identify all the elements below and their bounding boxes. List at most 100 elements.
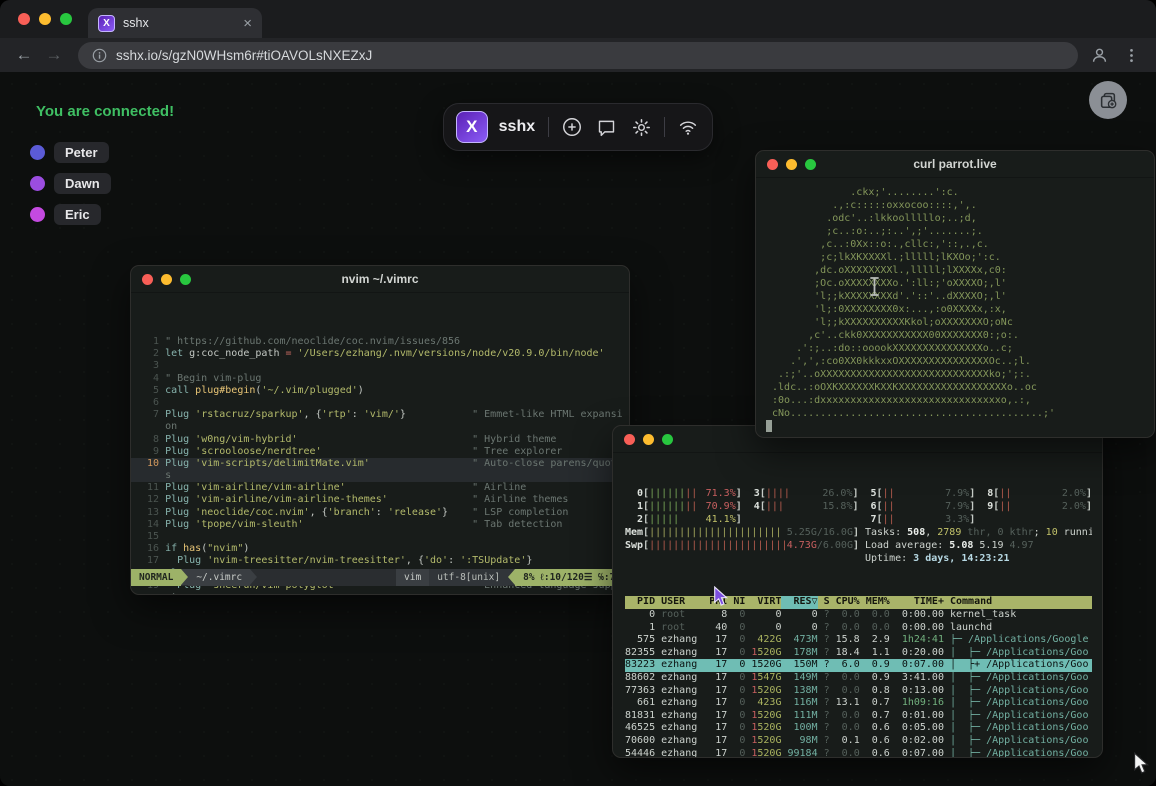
terminal-title: nvim ~/.vimrc (131, 272, 629, 286)
htop-process-row[interactable]: 1root40000?0.00.00:00.00launchd (625, 622, 1092, 635)
cpu-meter: 9[||2.0%] (975, 500, 1092, 513)
nvim-line: 4" Begin vim-plug (131, 373, 629, 385)
nvim-line: 11Plug 'vim-airline/vim-airline'" Airlin… (131, 482, 629, 494)
htop-process-row[interactable]: 81831ezhang1701520G111M?0.00.70:01.00│ ├… (625, 710, 1092, 723)
cpu-meter: 1[||||||||70.9%] (625, 500, 742, 513)
terminal-window-htop[interactable]: 0[||||||||71.3%]3[||||26.0%]5[||7.9%]8[|… (612, 425, 1103, 758)
terminal-zoom-button[interactable] (805, 159, 816, 170)
tab-strip: X sshx × (0, 0, 1156, 38)
nvim-line: 5call plug#begin('~/.vim/plugged') (131, 385, 629, 397)
user-name-pill: Dawn (54, 173, 111, 194)
vim-filename: ~/.vimrc (188, 569, 250, 586)
site-info-icon[interactable] (92, 48, 107, 63)
terminal-minimize-button[interactable] (786, 159, 797, 170)
nvim-line: on (131, 421, 629, 433)
htop-process-row[interactable]: 82355ezhang1701520G178M?18.41.10:20.00│ … (625, 647, 1092, 660)
nvim-line: 13Plug 'neoclide/coc.nvim', {'branch': '… (131, 507, 629, 519)
new-session-button[interactable] (1089, 81, 1127, 119)
browser-menu-icon[interactable] (1123, 47, 1140, 64)
sshx-logo: X (456, 111, 488, 143)
parrot-ascii-art[interactable]: .ckx;'........':c. .,:c:::::oxxocoo::::,… (756, 178, 1154, 436)
nvim-line: 17 Plug 'nvim-treesitter/nvim-treesitter… (131, 555, 629, 567)
user-color-dot (30, 145, 45, 160)
nvim-buffer[interactable]: 1" https://github.com/neoclide/coc.nvim/… (131, 331, 629, 595)
vim-filetype: vim (396, 569, 429, 586)
memory-meter: Swp[|||||||||||||||||||||||4.73G/6.00G] (625, 539, 859, 552)
nvim-line: 16if has("nvim") (131, 543, 629, 555)
parrot-art-line: .,:c:::::oxxocoo::::,',. (766, 199, 1154, 212)
terminal-close-button[interactable] (624, 434, 635, 445)
htop-tasks: Tasks: 508, 2789 thr, 0 kthr; 10 runni (859, 526, 1092, 539)
vim-mode-indicator: NORMAL (131, 569, 181, 586)
nvim-line: 9Plug 'scrooloose/nerdtree'" Tree explor… (131, 446, 629, 458)
terminal-minimize-button[interactable] (643, 434, 654, 445)
htop-process-row[interactable]: 575ezhang170422G473M?15.82.91h24:41├─ /A… (625, 634, 1092, 647)
htop-table-header[interactable]: PIDUSERPRINIVIRTRES▽SCPU%MEM%TIME+Comman… (625, 596, 1092, 609)
htop-process-table[interactable]: PIDUSERPRINIVIRTRES▽SCPU%MEM%TIME+Comman… (625, 596, 1092, 758)
htop-process-row[interactable]: 0root8000?0.00.00:00.00kernel_task (625, 609, 1092, 622)
settings-button[interactable] (630, 115, 654, 139)
parrot-art-line: ;c;lkXKXXXXl.;lllll;lKXOo;':c. (766, 251, 1154, 264)
terminal-window-parrot[interactable]: curl parrot.live .ckx;'........':c. .,:c… (755, 150, 1155, 438)
vim-statusline: NORMAL~/.vimrcvimutf-8[unix]8% ℓ:10/120☰… (131, 569, 629, 586)
terminal-window-nvim[interactable]: nvim ~/.vimrc 1" https://github.com/neoc… (130, 265, 630, 595)
chat-button[interactable] (595, 115, 619, 139)
user-row[interactable]: Dawn (30, 171, 111, 195)
parrot-art-line: cNo.....................................… (766, 407, 1154, 420)
tab-close-icon[interactable]: × (243, 16, 252, 31)
sshx-session-page: You are connected! PeterDawnEric X sshx (0, 72, 1156, 786)
cpu-meter: 7[||3.3%] (859, 513, 976, 526)
terminal-zoom-button[interactable] (180, 274, 191, 285)
profile-icon[interactable] (1090, 46, 1109, 65)
nvim-line: 10Plug 'vim-scripts/delimitMate.vim'" Au… (131, 458, 629, 470)
new-terminal-button[interactable] (560, 115, 584, 139)
toolbar-divider (548, 117, 549, 137)
user-color-dot (30, 207, 45, 222)
nvim-line: 6 (131, 397, 629, 409)
terminal-titlebar[interactable]: curl parrot.live (756, 151, 1154, 178)
tab-title: sshx (123, 16, 235, 30)
terminal-minimize-button[interactable] (161, 274, 172, 285)
back-button[interactable]: ← (12, 45, 36, 65)
htop-process-row[interactable]: 661ezhang170423G116M?13.10.71h09:16│ ├─ … (625, 697, 1092, 710)
window-controls[interactable] (18, 13, 72, 25)
parrot-art-line: 'l;;kXXXXXXXXd'.'::'..dXXXXO;,l' (766, 290, 1154, 303)
connected-toast: You are connected! (36, 103, 174, 120)
address-bar[interactable]: sshx.io/s/gzN0WHsm6r#tiOAVOLsNXEZxJ (78, 42, 1078, 69)
htop-load-average: Load average: 5.08 5.19 4.97 (859, 539, 1092, 552)
sshx-favicon: X (98, 15, 115, 32)
user-color-dot (30, 176, 45, 191)
terminal-titlebar[interactable]: nvim ~/.vimrc (131, 266, 629, 293)
browser-tab[interactable]: X sshx × (88, 8, 262, 38)
network-status-icon[interactable] (676, 115, 700, 139)
minimize-window-button[interactable] (39, 13, 51, 25)
htop-process-row[interactable]: 77363ezhang1701520G138M?0.00.80:13.00│ ├… (625, 685, 1092, 698)
parrot-art-line: 'l;:0XXXXXXXX0x:...,:o0XXXXx,:x, (766, 303, 1154, 316)
user-name-pill: Eric (54, 204, 101, 225)
cpu-meter: 3[||||26.0%] (742, 487, 859, 500)
memory-meter: Mem[||||||||||||||||||||||5.25G/16.0G] (625, 526, 859, 539)
nvim-line: s (131, 470, 629, 482)
forward-button[interactable]: → (42, 45, 66, 65)
browser-toolbar: ← → sshx.io/s/gzN0WHsm6r#tiOAVOLsNXEZxJ (0, 38, 1156, 72)
close-window-button[interactable] (18, 13, 30, 25)
vim-encoding: utf-8[unix] (429, 569, 508, 586)
parrot-art-line: 'l;;kXXXXXXXXXXKkol;oXXXXXXXO;oNc (766, 316, 1154, 329)
text-ibeam-cursor (868, 276, 881, 302)
terminal-zoom-button[interactable] (662, 434, 673, 445)
parrot-art-line: .',',:co0XX0kkkxxOXXXXXXXXXXXXXXXOc..;l. (766, 355, 1154, 368)
htop-process-row[interactable]: 83223ezhang1701520G150M?6.00.90:07.00│ ├… (625, 659, 1092, 672)
htop-process-row[interactable]: 88602ezhang1701547G149M?0.00.93:41.00│ ├… (625, 672, 1092, 685)
user-row[interactable]: Eric (30, 202, 111, 226)
terminal-close-button[interactable] (142, 274, 153, 285)
htop-screen[interactable]: 0[||||||||71.3%]3[||||26.0%]5[||7.9%]8[|… (613, 453, 1102, 758)
terminal-close-button[interactable] (767, 159, 778, 170)
parrot-art-line: :0o...:dxxxxxxxxxxxxxxxxxxxxxxxxxxxxxxo,… (766, 394, 1154, 407)
htop-process-row[interactable]: 46525ezhang1701520G100M?0.00.60:05.00│ ├… (625, 722, 1092, 735)
cpu-meter: 2[|||||41.1%] (625, 513, 742, 526)
browser-window: X sshx × ← → sshx.io/s/gzN0WHsm6r#tiOAVO… (0, 0, 1156, 786)
user-row[interactable]: Peter (30, 140, 111, 164)
htop-process-row[interactable]: 54446ezhang1701520G99184?0.00.60:07.00│ … (625, 748, 1092, 758)
zoom-window-button[interactable] (60, 13, 72, 25)
htop-process-row[interactable]: 70600ezhang1701520G98M?0.10.60:02.00│ ├─… (625, 735, 1092, 748)
